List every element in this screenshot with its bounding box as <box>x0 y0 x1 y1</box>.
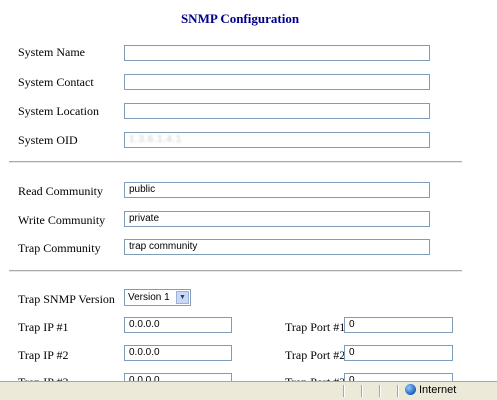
system-location-field[interactable] <box>124 103 430 119</box>
status-divider <box>361 385 363 397</box>
write-community-label: Write Community <box>18 213 106 227</box>
system-name-field[interactable] <box>124 45 430 61</box>
trap-port-1-field[interactable]: 0 <box>344 317 453 333</box>
system-oid-field[interactable]: 1.3.6.1.4.1 <box>124 132 430 148</box>
system-oid-label: System OID <box>18 133 78 147</box>
system-name-label: System Name <box>18 45 85 59</box>
trap-snmp-version-select[interactable]: Version 1 ▼ <box>124 289 191 306</box>
trap-ip-2-label: Trap IP #2 <box>18 348 69 362</box>
trap-ip-2-field[interactable]: 0.0.0.0 <box>124 345 232 361</box>
section-divider <box>9 161 462 163</box>
security-zone: Internet <box>405 384 456 396</box>
chevron-down-icon[interactable]: ▼ <box>176 291 189 304</box>
system-contact-label: System Contact <box>18 75 94 89</box>
trap-snmp-version-label: Trap SNMP Version <box>18 292 115 306</box>
zone-label: Internet <box>419 384 457 396</box>
page-title: SNMP Configuration <box>180 11 300 26</box>
write-community-field[interactable]: private <box>124 211 430 227</box>
trap-community-field[interactable]: trap community <box>124 239 430 255</box>
section-divider <box>9 270 462 272</box>
trap-snmp-version-value: Version 1 <box>128 292 170 303</box>
trap-port-2-label: Trap Port #2 <box>285 348 346 362</box>
trap-port-1-label: Trap Port #1 <box>285 320 346 334</box>
trap-ip-1-field[interactable]: 0.0.0.0 <box>124 317 232 333</box>
system-location-label: System Location <box>18 104 99 118</box>
trap-port-2-field[interactable]: 0 <box>344 345 453 361</box>
system-contact-field[interactable] <box>124 74 430 90</box>
status-divider <box>397 385 399 397</box>
browser-status-bar: Internet <box>0 381 497 400</box>
globe-icon <box>405 384 416 395</box>
system-oid-value: 1.3.6.1.4.1 <box>129 134 182 145</box>
trap-community-label: Trap Community <box>18 241 101 255</box>
status-divider <box>379 385 381 397</box>
status-divider <box>343 385 345 397</box>
trap-ip-1-label: Trap IP #1 <box>18 320 69 334</box>
read-community-field[interactable]: public <box>124 182 430 198</box>
read-community-label: Read Community <box>18 184 103 198</box>
